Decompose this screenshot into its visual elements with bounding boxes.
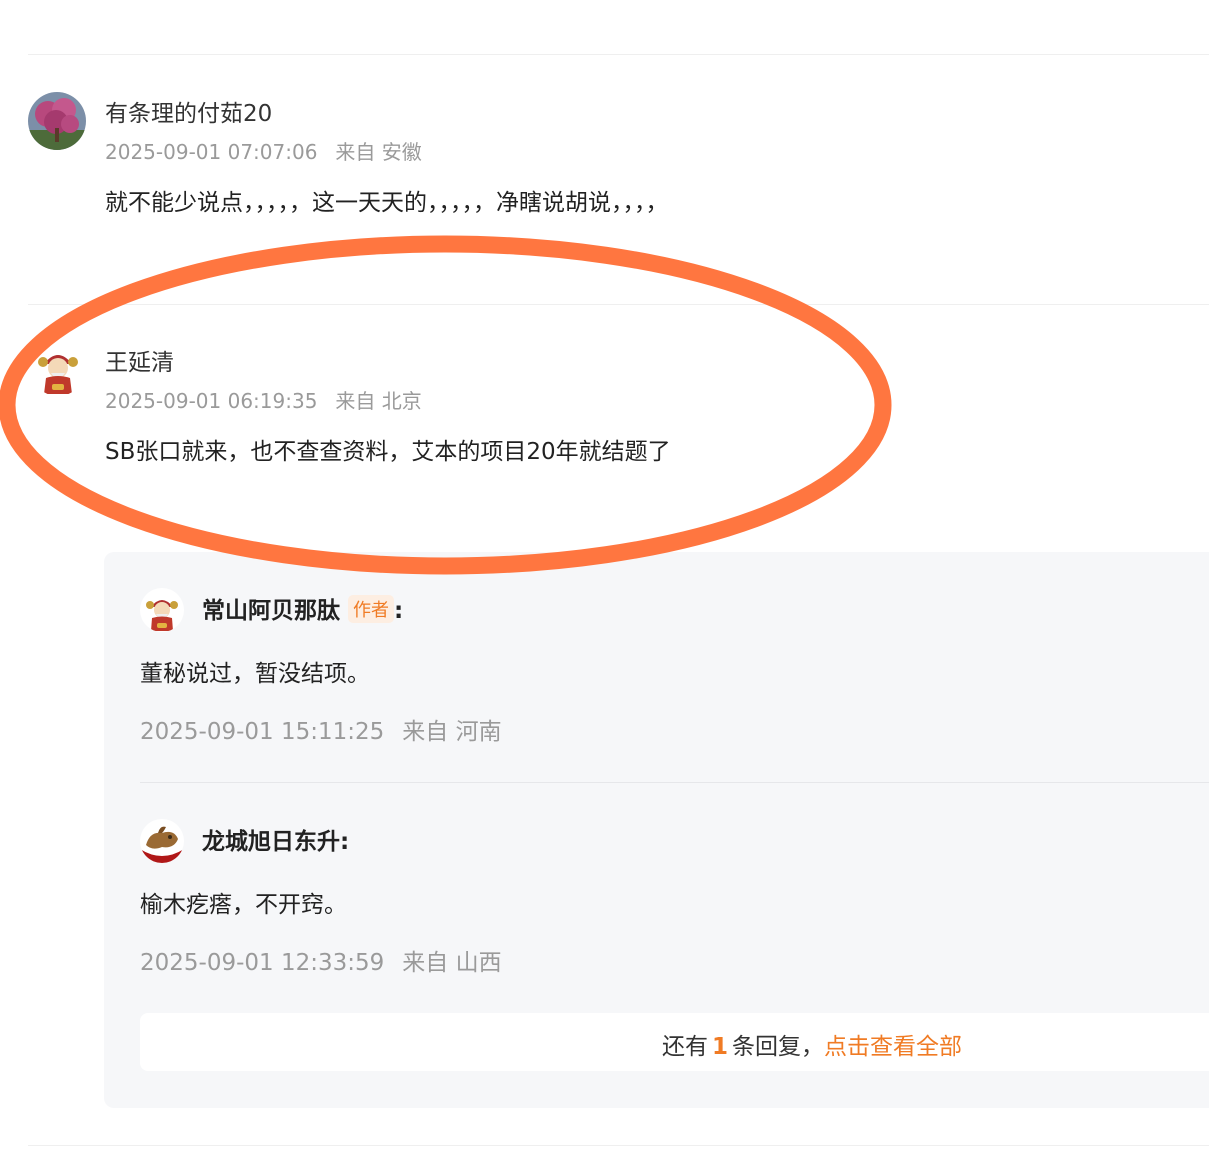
bottom-divider — [28, 1145, 1209, 1146]
more-replies-prefix: 还有 — [662, 1034, 708, 1060]
view-all-replies-link[interactable]: 点击查看全部 — [824, 1034, 962, 1060]
more-replies-count: 1 — [712, 1034, 729, 1060]
more-replies-bar[interactable]: 还有 1 条回复，点击查看全部 — [140, 1013, 1209, 1071]
reply-avatar[interactable] — [140, 588, 184, 632]
reply-username[interactable]: 龙城旭日东升: — [202, 822, 349, 856]
location: 来自 河南 — [402, 719, 502, 745]
reply-divider — [140, 782, 1209, 783]
reply-colon: : — [394, 598, 404, 624]
comment-meta: 2025-09-01 07:07:06 来自 安徽 — [105, 136, 422, 165]
username[interactable]: 王延清 — [105, 343, 174, 377]
timestamp: 2025-09-01 06:19:35 — [105, 389, 318, 413]
more-replies-middle: 条回复， — [732, 1034, 825, 1060]
avatar[interactable] — [28, 92, 86, 150]
timestamp: 2025-09-01 07:07:06 — [105, 140, 318, 164]
comment-text: 就不能少说点，，，，，这一天天的，，，，，净瞎说胡说，，，， — [105, 190, 669, 216]
reply-text: 榆木疙瘩，不开窍。 — [140, 892, 347, 918]
reply-text: 董秘说过，暂没结项。 — [140, 661, 370, 687]
author-badge: 作者 — [348, 595, 394, 623]
location: 来自 山西 — [402, 950, 502, 976]
more-replies-text: 还有 1 条回复，点击查看全部 — [662, 1027, 962, 1061]
reply-username-text[interactable]: 常山阿贝那肽 — [202, 598, 340, 624]
location: 来自 安徽 — [335, 140, 422, 164]
reply-meta: 2025-09-01 12:33:59 来自 山西 — [140, 943, 502, 977]
comment-text: SB张口就来，也不查查资料，艾本的项目20年就结题了 — [105, 439, 671, 465]
location: 来自 北京 — [335, 389, 422, 413]
timestamp: 2025-09-01 12:33:59 — [140, 950, 385, 976]
top-divider — [28, 54, 1209, 55]
timestamp: 2025-09-01 15:11:25 — [140, 719, 385, 745]
comment-divider — [28, 304, 1209, 305]
comment-meta: 2025-09-01 06:19:35 来自 北京 — [105, 385, 422, 414]
reply-meta: 2025-09-01 15:11:25 来自 河南 — [140, 712, 502, 746]
reply-username: 常山阿贝那肽 作者: — [202, 591, 403, 625]
username[interactable]: 有条理的付茹20 — [105, 94, 272, 128]
avatar[interactable] — [30, 340, 86, 396]
reply-avatar[interactable] — [140, 819, 184, 863]
